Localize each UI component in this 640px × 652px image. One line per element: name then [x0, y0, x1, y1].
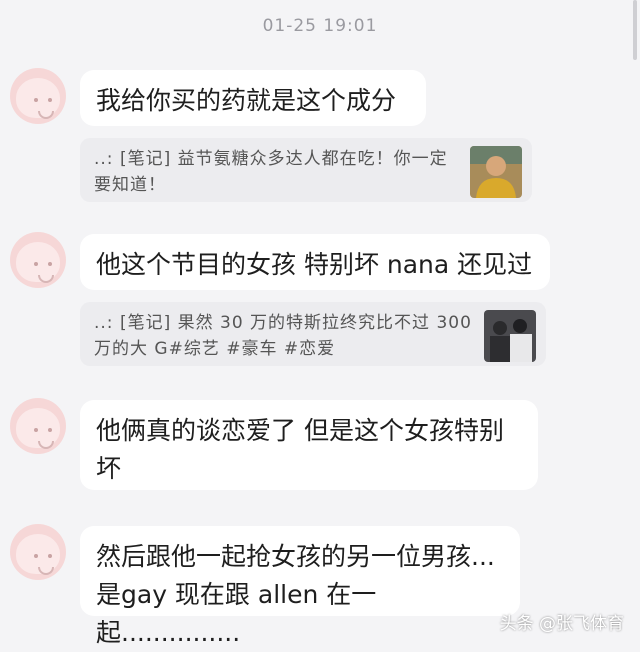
avatar-face — [16, 78, 60, 119]
shared-note-card[interactable]: ..: [笔记] 果然 30 万的特斯拉终究比不过 300 万的大 G#综艺 #… — [80, 302, 546, 366]
person-photo-icon — [470, 146, 522, 198]
note-text: ..: [笔记] 果然 30 万的特斯拉终究比不过 300 万的大 G#综艺 #… — [94, 313, 472, 359]
message-text: 他俩真的谈恋爱了 但是这个女孩特别坏 — [96, 416, 504, 483]
message-text: 他这个节目的女孩 特别坏 nana 还见过 — [96, 250, 533, 279]
shared-note-card[interactable]: ..: [笔记] 益节氨糖众多达人都在吃！你一定要知道！ — [80, 138, 532, 202]
note-text: ..: [笔记] 益节氨糖众多达人都在吃！你一定要知道！ — [94, 149, 448, 195]
message-text: 我给你买的药就是这个成分 — [96, 86, 397, 115]
message-text: 然后跟他一起抢女孩的另一位男孩...是gay 现在跟 allen 在一起....… — [96, 542, 495, 647]
avatar-face — [16, 242, 60, 283]
avatar-face — [16, 534, 60, 575]
message-bubble[interactable]: 然后跟他一起抢女孩的另一位男孩...是gay 现在跟 allen 在一起....… — [80, 526, 520, 647]
avatar-face — [16, 408, 60, 449]
message-bubble[interactable]: 他俩真的谈恋爱了 但是这个女孩特别坏 — [80, 400, 538, 490]
avatar[interactable] — [10, 68, 66, 124]
group-photo-icon — [484, 310, 536, 362]
message-bubble[interactable]: 他这个节目的女孩 特别坏 nana 还见过 — [80, 234, 550, 290]
avatar[interactable] — [10, 524, 66, 580]
avatar[interactable] — [10, 232, 66, 288]
message-bubble[interactable]: 我给你买的药就是这个成分 — [80, 70, 426, 126]
avatar[interactable] — [10, 398, 66, 454]
watermark: 头条 @张飞体育 — [499, 614, 624, 634]
message-timestamp: 01-25 19:01 — [262, 16, 378, 36]
